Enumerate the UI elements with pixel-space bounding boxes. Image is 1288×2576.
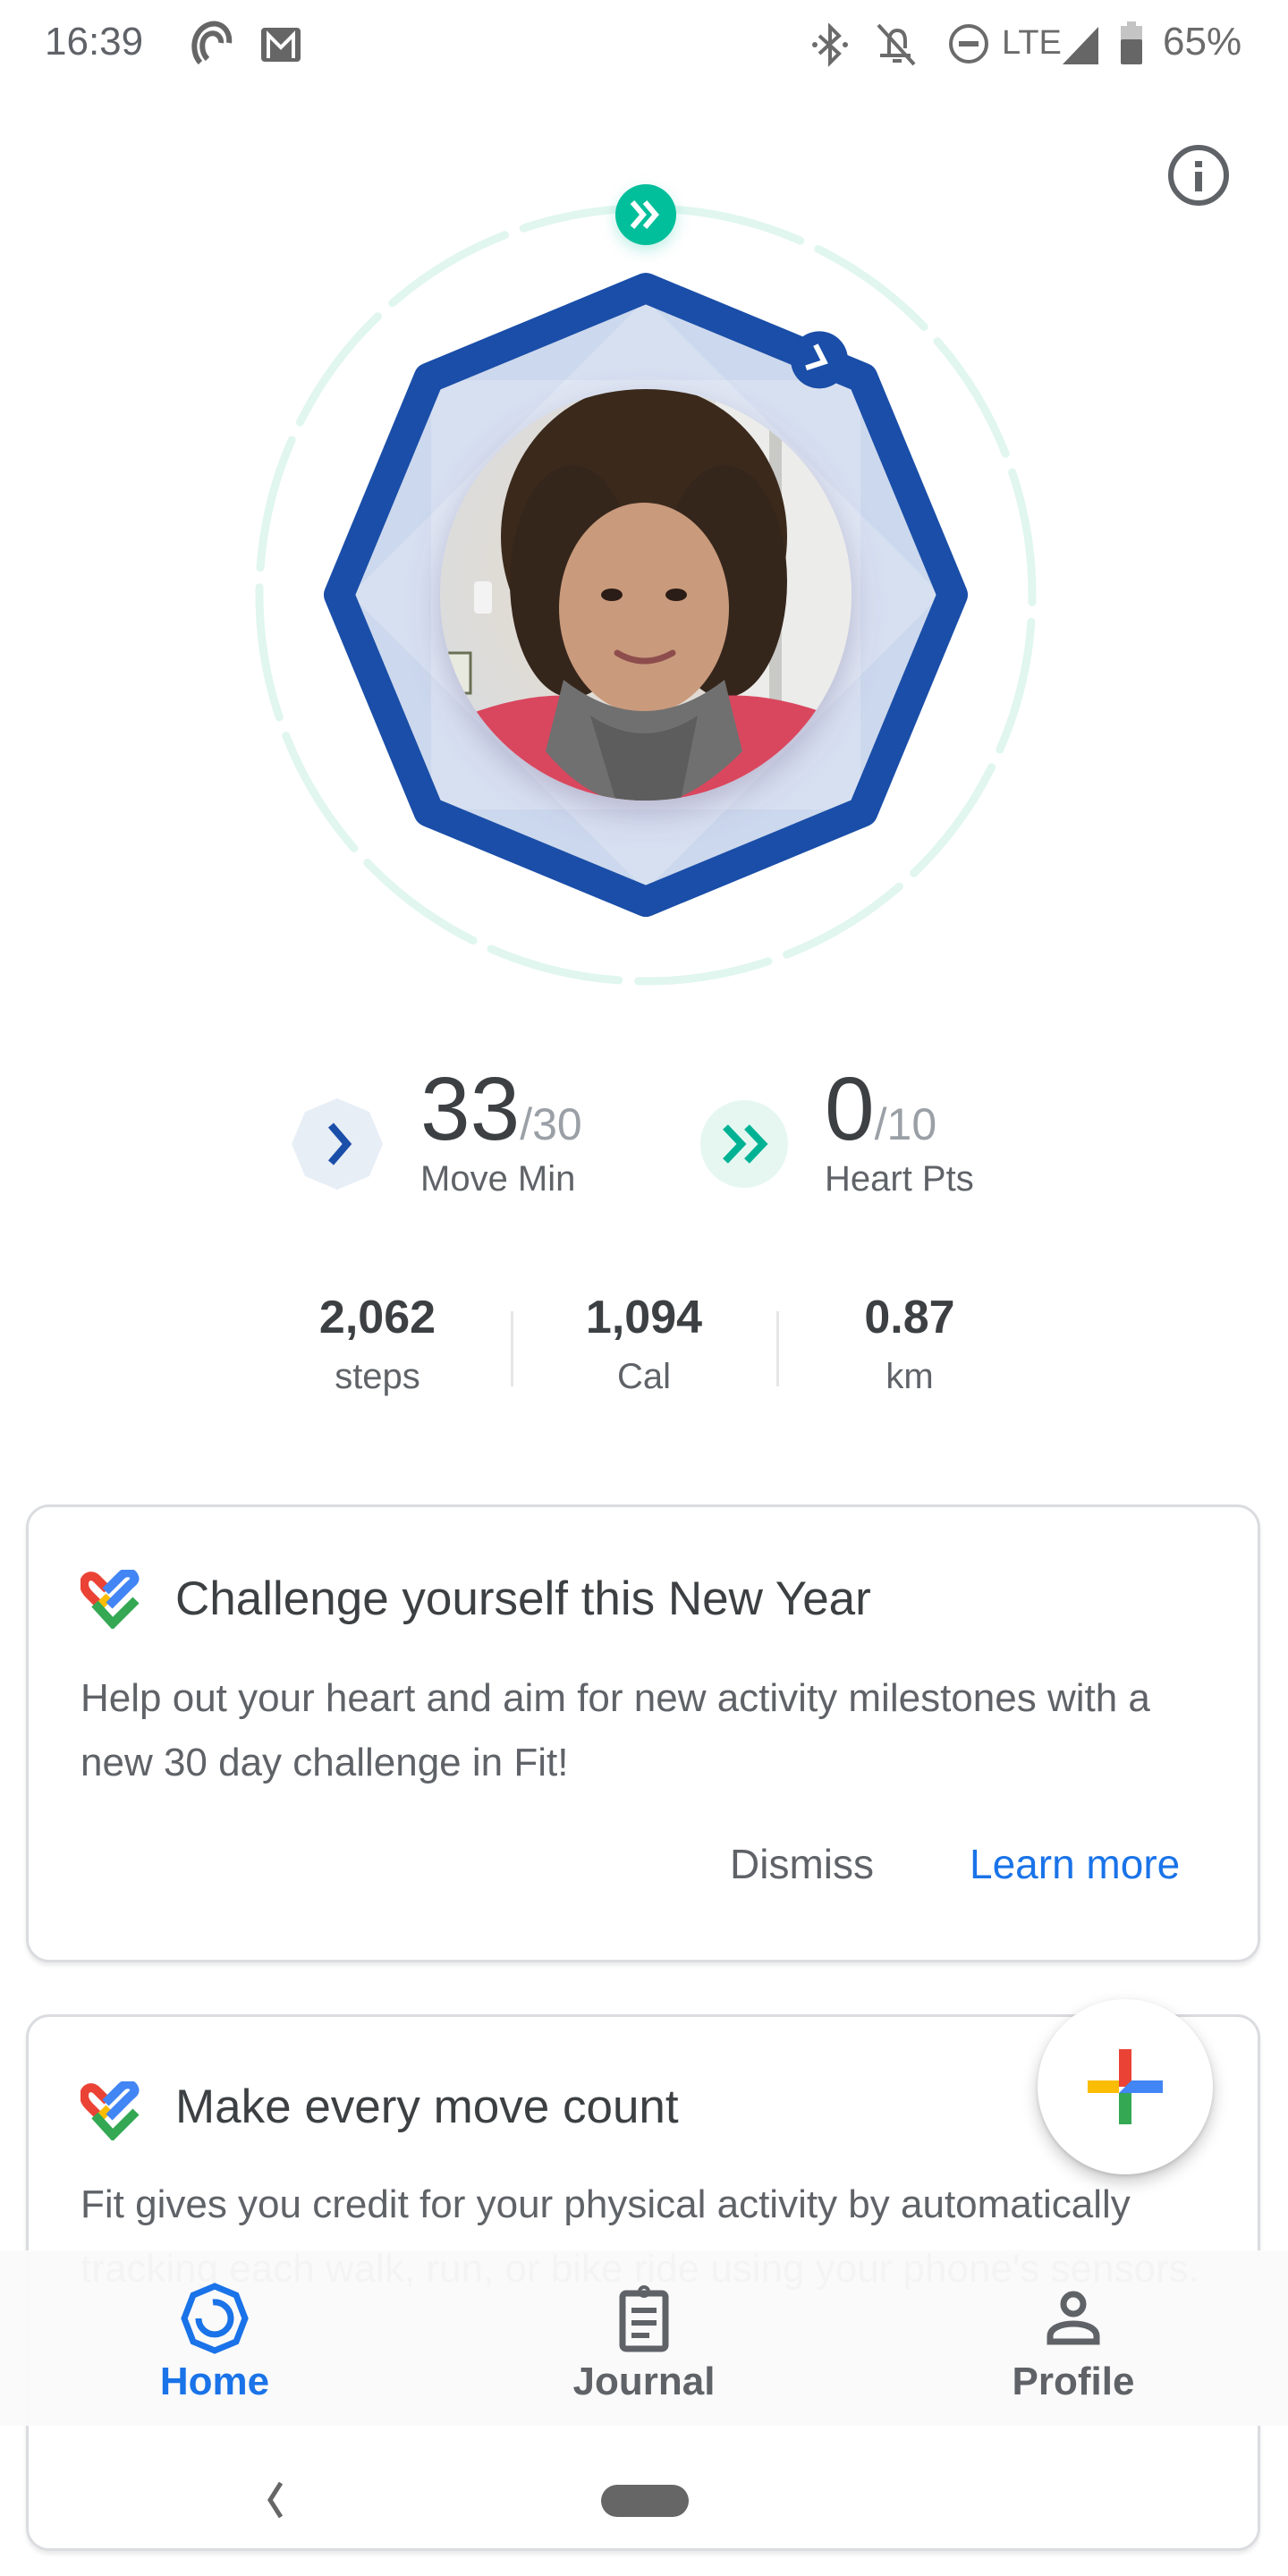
card-body: Help out your heart and aim for new acti… [80, 1676, 1150, 1784]
add-icon [1088, 2049, 1163, 2124]
metric-steps: 2,062 steps [243, 1294, 512, 1394]
challenge-card[interactable]: Challenge yourself this New Year Help ou… [26, 1504, 1260, 1962]
metric-value: 2,062 [318, 1292, 436, 1343]
google-fit-logo-icon [80, 2081, 140, 2140]
move-min-current: 33 [420, 1059, 521, 1159]
move-min-value: 33/30 [420, 1064, 582, 1154]
heart-pts-value: 0/10 [825, 1064, 936, 1154]
metric-unit: Cal [616, 1357, 672, 1396]
metric-calories: 1,094 Cal [510, 1294, 778, 1394]
nav-journal[interactable]: Journal [429, 2250, 859, 2426]
metric-distance: 0.87 km [775, 1294, 1044, 1394]
google-fit-logo-icon [80, 1570, 140, 1629]
journal-icon [619, 2285, 669, 2352]
move-min-marker [791, 331, 849, 389]
card-title: Challenge yourself this New Year [175, 1572, 871, 1625]
activity-ring[interactable] [0, 0, 1288, 1002]
metric-unit: km [886, 1357, 934, 1396]
dismiss-button[interactable]: Dismiss [730, 1840, 874, 1888]
bottom-nav: Home Journal Profile [0, 2250, 1288, 2426]
metric-value: 0.87 [864, 1292, 955, 1343]
move-min-chevron-icon [292, 1098, 383, 1190]
metric-unit: steps [335, 1357, 420, 1396]
profile-icon [1046, 2291, 1100, 2345]
heart-pts-target: /10 [874, 1099, 937, 1149]
heart-pts-double-chevron-icon [700, 1100, 788, 1188]
move-min-label: Move Min [420, 1159, 576, 1199]
nav-label: Profile [1012, 2360, 1135, 2403]
heart-pts-marker [615, 184, 676, 245]
system-home-button[interactable] [601, 2485, 689, 2517]
heart-pts-label: Heart Pts [825, 1159, 974, 1199]
system-back-button[interactable] [259, 2478, 295, 2522]
card-title: Make every move count [175, 2080, 679, 2133]
nav-label: Journal [572, 2360, 716, 2403]
nav-home[interactable]: Home [0, 2250, 429, 2426]
nav-label: Home [159, 2360, 270, 2403]
heart-pts-current: 0 [825, 1059, 875, 1159]
add-activity-fab[interactable] [1038, 1999, 1213, 2174]
home-icon [181, 2283, 249, 2354]
nav-profile[interactable]: Profile [859, 2250, 1288, 2426]
move-min-target: /30 [520, 1099, 582, 1149]
learn-more-button[interactable]: Learn more [970, 1840, 1180, 1888]
metric-value: 1,094 [585, 1292, 703, 1343]
